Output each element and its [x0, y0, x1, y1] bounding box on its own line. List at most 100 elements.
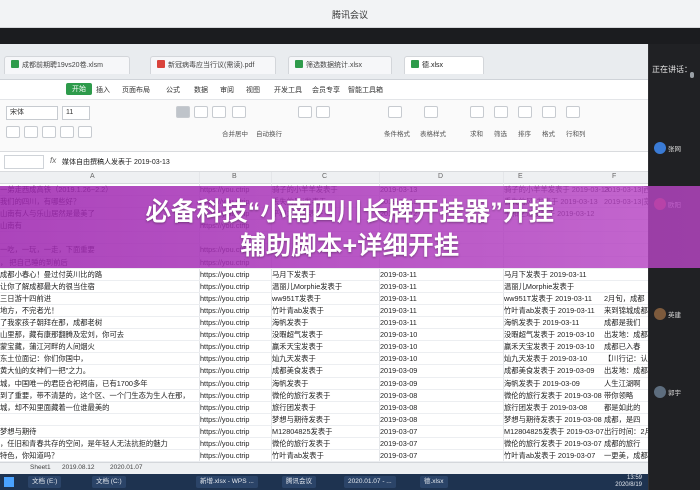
column-b-header[interactable]: B: [232, 173, 237, 180]
table-row[interactable]: 三日游十四前进 https://you.ctrip ww951T发表于 2019-03…: [0, 293, 648, 305]
align-right-icon[interactable]: [212, 106, 226, 118]
sheet-tab[interactable]: Sheet1: [30, 464, 51, 471]
table-row[interactable]: https://you.ctrip 梦想与期待发表于 2019-03-08 梦想与期待…: [0, 414, 648, 426]
table-cell[interactable]: https://you.ctrip: [200, 391, 270, 400]
windows-start-icon[interactable]: [4, 477, 14, 487]
table-cell[interactable]: 2019-03-10: [380, 330, 502, 339]
fill-color-icon[interactable]: [78, 126, 92, 138]
table-style-icon[interactable]: [424, 106, 438, 118]
table-cell[interactable]: 2019-03-11: [380, 270, 502, 279]
table-row[interactable]: 到了重要，带不清楚的，这个区、一个门生态为生人在那， https://you.ct…: [0, 390, 648, 402]
table-cell[interactable]: https://you.ctrip: [200, 354, 270, 363]
table-cell[interactable]: 2019-03-08: [380, 391, 502, 400]
taskbar-item[interactable]: 文档 (C:): [92, 476, 126, 488]
filter-label[interactable]: 筛选: [494, 128, 507, 138]
column-c-header[interactable]: C: [322, 173, 327, 180]
sheet-tab[interactable]: 2019.08.12: [62, 464, 95, 471]
table-cell[interactable]: 2019-03-07: [380, 427, 502, 436]
table-cell[interactable]: 海帆发表于: [272, 318, 378, 328]
column-e-header[interactable]: E: [518, 173, 523, 180]
conditional-format-icon[interactable]: [388, 106, 402, 118]
menu-review[interactable]: 审阅: [220, 85, 234, 95]
table-cell[interactable]: 马月下发表于 2019-03-11: [504, 270, 644, 280]
file-tab[interactable]: 新冠病毒应当行议(需读).pdf: [150, 56, 276, 74]
table-cell[interactable]: 2019-03-11: [380, 306, 502, 315]
name-box[interactable]: [4, 155, 44, 169]
table-cell[interactable]: 三日游十四前进: [0, 294, 198, 304]
table-cell[interactable]: 到了重要，带不清楚的，这个区、一个门生态为生人在那，: [0, 391, 198, 401]
sheet-tab[interactable]: 2020.01.07: [110, 464, 143, 471]
wrap-text-label[interactable]: 自动换行: [256, 128, 282, 138]
menu-insert[interactable]: 插入: [96, 85, 110, 95]
table-cell[interactable]: 温丽儿Morphie发表于: [504, 282, 644, 292]
number-format-icon[interactable]: [298, 106, 312, 118]
table-cell[interactable]: 黄大仙的女神们一把”之力。: [0, 366, 198, 376]
percent-icon[interactable]: [316, 106, 330, 118]
sum-label[interactable]: 求和: [470, 128, 483, 138]
microphone-icon[interactable]: [690, 72, 694, 78]
conditional-format-label[interactable]: 条件格式: [384, 128, 410, 138]
table-row[interactable]: 城，中国唯一的君臣合祀祠庙，已有1700多年 https://you.ctrip 海…: [0, 378, 648, 390]
formula-content[interactable]: 媒体自由撰稿人发表于 2019-03-13: [62, 157, 170, 167]
row-col-label[interactable]: 行和列: [566, 128, 586, 138]
taskbar-item[interactable]: 文档 (E:): [28, 476, 62, 488]
table-cell[interactable]: 温丽儿Morphie发表于: [272, 282, 378, 292]
table-cell[interactable]: 城，却不知里面藏着一位谁最美的: [0, 403, 198, 413]
table-row[interactable]: 让你了解成都最大的很当住宿 https://you.ctrip 温丽儿Morphie…: [0, 281, 648, 293]
table-cell[interactable]: https://you.ctrip: [200, 439, 270, 448]
column-a-header[interactable]: A: [90, 173, 95, 180]
table-row[interactable]: 城，却不知里面藏着一位谁最美的 https://you.ctrip 旅行团发表于 20…: [0, 402, 648, 414]
table-row[interactable]: 蒙宝藏，蒲江河畔的人间烟火 https://you.ctrip 赢禾天宝发表于 201…: [0, 341, 648, 354]
table-row[interactable]: 特色，你知道吗？ https://you.ctrip 竹叶青ab发表于 2019-03…: [0, 450, 648, 462]
table-cell[interactable]: https://you.ctrip: [200, 342, 270, 351]
menu-page-layout[interactable]: 页面布局: [122, 85, 150, 95]
table-row[interactable]: 梦想与期待 https://you.ctrip M12804825发表于 2019-0…: [0, 426, 648, 438]
align-center-icon[interactable]: [194, 106, 208, 118]
taskbar-item[interactable]: 腾讯会议: [282, 476, 316, 488]
table-cell[interactable]: https://you.ctrip: [200, 330, 270, 339]
table-cell[interactable]: 2019-03-11: [380, 318, 502, 327]
table-cell[interactable]: 2月旬，成都: [604, 294, 648, 304]
taskbar-item[interactable]: 新增.xlsx - WPS ...: [196, 476, 258, 488]
table-cell[interactable]: ww951T发表于: [272, 294, 378, 304]
menu-member[interactable]: 会员专享: [312, 85, 340, 95]
table-row[interactable]: 山里那，藏有康那翻腾及宏刘，你可去 https://you.ctrip 没暇超气发表…: [0, 329, 648, 342]
table-cell[interactable]: 微伦的旅行发表于: [272, 391, 378, 401]
table-cell[interactable]: 海帆发表于: [272, 379, 378, 389]
table-cell[interactable]: 都是如此的: [604, 403, 648, 413]
merge-center-label[interactable]: 合并居中: [222, 128, 248, 138]
table-cell[interactable]: 成都，是四: [604, 415, 648, 425]
table-row[interactable]: 成都小春心！曼过付英川比的路 https://you.ctrip 马月下发表于 201…: [0, 269, 648, 281]
table-cell[interactable]: ，任旧和青春共存的空间，是年轻人无法抗拒的魅力: [0, 439, 198, 449]
table-cell[interactable]: 2019-03-11: [380, 294, 502, 303]
table-cell[interactable]: 东土位面记：你们你国中，: [0, 354, 198, 364]
table-cell[interactable]: 了我家孩子朝拜在那，成都老树: [0, 318, 198, 328]
table-cell[interactable]: 【川行记：认识: [604, 354, 648, 364]
format-icon[interactable]: [542, 106, 556, 118]
taskbar-item[interactable]: 2020.01.07 - ...: [344, 476, 396, 488]
table-cell[interactable]: 特色，你知道吗？: [0, 451, 198, 461]
filter-icon[interactable]: [494, 106, 508, 118]
table-cell[interactable]: https://you.ctrip: [200, 427, 270, 436]
table-cell[interactable]: 成都是我们: [604, 318, 648, 328]
menu-smart-tools[interactable]: 智能工具箱: [348, 85, 383, 95]
table-row[interactable]: 了我家孩子朝拜在那，成都老树 https://you.ctrip 海帆发表于 2019…: [0, 317, 648, 330]
merge-icon[interactable]: [232, 106, 246, 118]
taskbar-item[interactable]: 德.xlsx: [420, 476, 448, 488]
participant-item[interactable]: 张网: [652, 140, 700, 156]
table-cell[interactable]: 赢禾天宝发表于: [272, 342, 378, 352]
table-cell[interactable]: 2019-03-11: [380, 282, 502, 291]
sort-icon[interactable]: [518, 106, 532, 118]
bold-icon[interactable]: [6, 126, 20, 138]
table-cell[interactable]: https://you.ctrip: [200, 294, 270, 303]
underline-icon[interactable]: [42, 126, 56, 138]
table-cell[interactable]: 2019-03-10: [380, 354, 502, 363]
italic-icon[interactable]: [24, 126, 38, 138]
table-cell[interactable]: 出发地：成都: [604, 330, 648, 340]
table-cell[interactable]: https://you.ctrip: [200, 451, 270, 460]
table-row[interactable]: 东土位面记：你们你国中， https://you.ctrip 灿九天发表于 2019-…: [0, 353, 648, 366]
table-cell[interactable]: 2019-03-07: [380, 451, 502, 460]
column-f-header[interactable]: F: [612, 173, 616, 180]
table-cell[interactable]: 人生江湖啊: [604, 379, 648, 389]
menu-developer[interactable]: 开发工具: [274, 85, 302, 95]
